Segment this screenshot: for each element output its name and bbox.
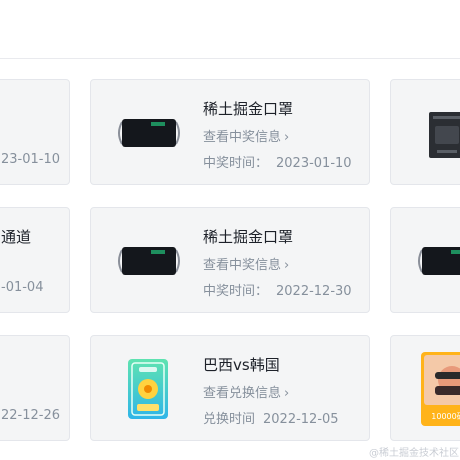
watermark: @稀土掘金技术社区 [369, 448, 459, 459]
date-label: 中奖时间： [203, 156, 269, 171]
prize-card-right-1[interactable] [390, 79, 460, 185]
top-bar [0, 0, 460, 59]
prize-card-right-2[interactable] [390, 207, 460, 313]
date-label: 兑换时间 [203, 412, 256, 427]
prize-badge: 10000矿石 [431, 412, 460, 421]
chevron-right-icon: › [284, 130, 290, 145]
chevron-right-icon: › [284, 258, 290, 273]
prize-date: 23-01-10 [1, 152, 61, 167]
prize-meta: 中奖时间： 2022-12-30 [203, 280, 352, 299]
view-win-info-link[interactable]: 查看中奖信息 › [203, 126, 289, 145]
prize-date: 2022-12-30 [276, 284, 352, 299]
mask-icon [418, 247, 460, 275]
prize-meta: 中奖时间： 2023-01-10 [203, 152, 352, 171]
prize-title: 巴西vs韩国 [203, 356, 280, 374]
view-redeem-info-link[interactable]: 查看兑换信息 › [203, 382, 289, 401]
view-win-info-link[interactable]: 查看中奖信息 › [203, 254, 289, 273]
chevron-right-icon: › [284, 386, 290, 401]
football-card-icon [128, 359, 168, 419]
prize-title: 稀土掘金口罩 [203, 100, 294, 118]
prize-card-mask-2[interactable]: 稀土掘金口罩 查看中奖信息 › 中奖时间： 2022-12-30 [90, 207, 370, 313]
mask-icon [118, 119, 180, 147]
prize-title: 通道 [1, 228, 32, 246]
prize-card-right-3[interactable]: 10000矿石 [390, 335, 460, 441]
link-label: 查看中奖信息 [203, 258, 282, 273]
prize-card-mask-1[interactable]: 稀土掘金口罩 查看中奖信息 › 中奖时间： 2023-01-10 [90, 79, 370, 185]
prize-card-football[interactable]: 巴西vs韩国 查看兑换信息 › 兑换时间 2022-12-05 [90, 335, 370, 441]
prize-date: 2022-12-05 [263, 412, 339, 427]
prize-card-left-2[interactable]: 通道 -01-04 [0, 207, 70, 313]
mask-icon [118, 247, 180, 275]
prize-card-left-1[interactable]: 23-01-10 [0, 79, 70, 185]
link-label: 查看兑换信息 [203, 386, 282, 401]
prize-meta: 兑换时间 2022-12-05 [203, 408, 339, 427]
link-label: 查看中奖信息 [203, 130, 282, 145]
date-label: 中奖时间： [203, 284, 269, 299]
prize-card-left-3[interactable]: 22-12-26 [0, 335, 70, 441]
prize-title: 稀土掘金口罩 [203, 228, 294, 246]
prize-date: 2023-01-10 [276, 156, 352, 171]
prize-date: -01-04 [1, 280, 44, 295]
prize-card-icon: 10000矿石 [421, 352, 460, 426]
mask-box-icon [429, 112, 460, 158]
prize-date: 22-12-26 [1, 408, 61, 423]
